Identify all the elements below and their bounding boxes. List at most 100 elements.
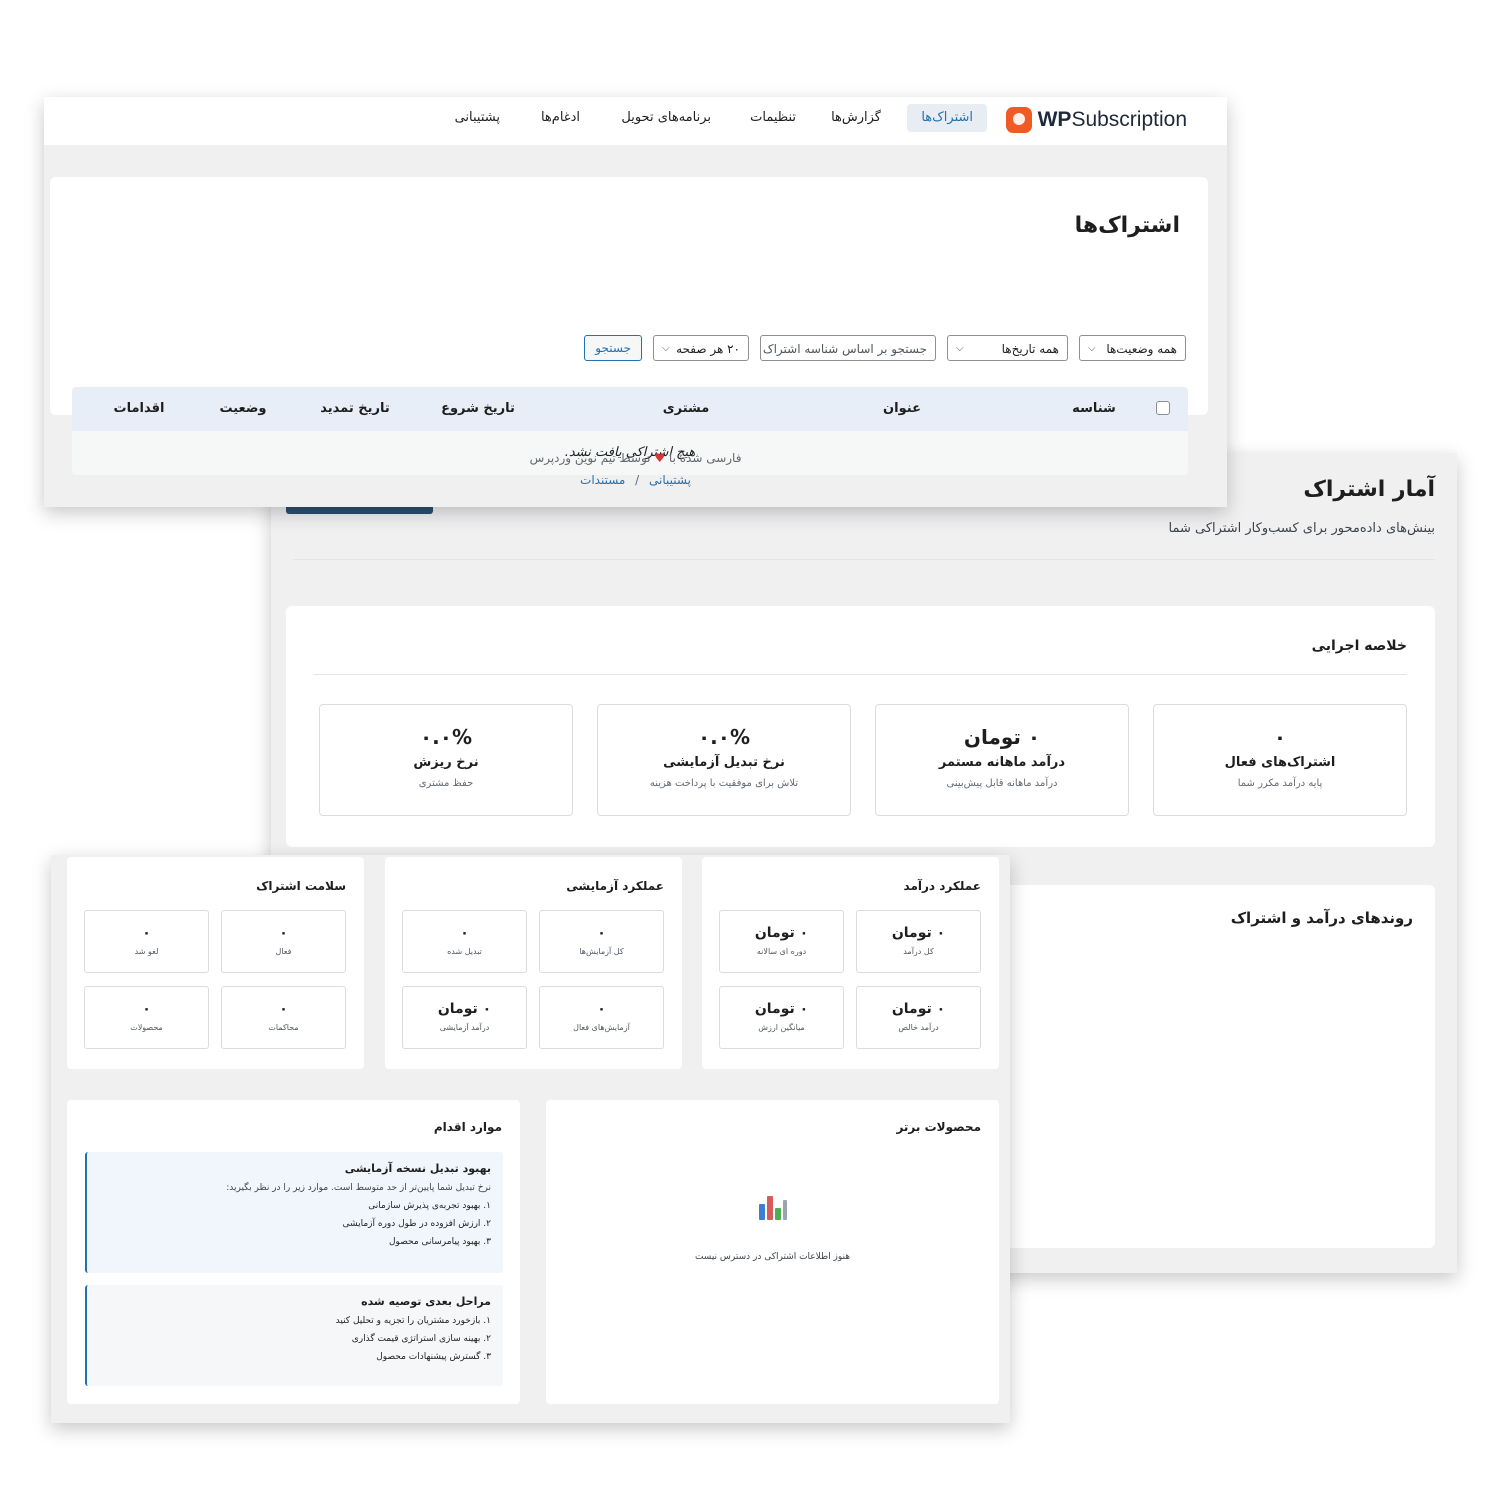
date-filter-select[interactable]: همه تاریخ‌ها ⌵: [947, 335, 1068, 361]
list-item: ۳. گسترش پیشنهادات محصول: [376, 1352, 491, 1362]
brand-wp: WP: [1037, 108, 1072, 131]
primary-button-fragment[interactable]: [286, 507, 433, 514]
metric-products: ۰ محصولات: [84, 986, 209, 1049]
nav-support[interactable]: پشتیبانی: [441, 104, 514, 132]
logo-icon: [1005, 107, 1032, 133]
status-filter-value: همه وضعیت‌ها: [1106, 342, 1177, 356]
docs-link[interactable]: مستندات: [580, 473, 625, 487]
nav-subscriptions[interactable]: اشتراک‌ها: [907, 104, 987, 132]
metric-converted: ۰ تبدیل شده: [402, 910, 527, 973]
bar-chart-icon: [758, 1190, 788, 1220]
nav-settings[interactable]: تنظیمات: [736, 104, 810, 132]
action-items-panel: موارد اقدام بهبود تبدیل نسخه آزمایشی نرخ…: [67, 1100, 520, 1404]
alert-trial-conversion: بهبود تبدیل نسخه آزمایشی نرخ تبدیل شما پ…: [85, 1152, 503, 1273]
kpi-churn: ۰.۰% نرخ ریزش حفظ مشتری: [319, 704, 573, 816]
subscriptions-window: WPSubscription اشتراک‌ها گزارش‌ها تنظیما…: [44, 97, 1227, 507]
metric-value: ۰: [460, 925, 469, 941]
revenue-performance-title: عملکرد درآمد: [903, 879, 981, 893]
divider: [314, 674, 1407, 675]
kpi-value: ۰.۰%: [697, 725, 751, 749]
kpi-active-subscriptions: ۰ اشتراک‌های فعال پایه درآمد مکرر شما: [1153, 704, 1407, 816]
kpi-label: درآمد ماهانه مستمر: [938, 755, 1066, 770]
subscription-health-panel: سلامت اشتراک ۰ فعال ۰ لغو شد ۰ محاکمات ۰…: [67, 857, 364, 1069]
heart-icon: ♥: [654, 451, 666, 465]
kpi-sub: پایه درآمد مکرر شما: [1237, 778, 1323, 789]
trends-title: روندهای درآمد و اشتراک: [1230, 909, 1413, 927]
metric-value: ۰: [279, 1001, 288, 1017]
status-filter-select[interactable]: همه وضعیت‌ها ⌵: [1079, 335, 1186, 361]
table-header: شناسه عنوان مشتری تاریخ شروع تاریخ تمدید…: [72, 387, 1188, 431]
metric-label: آزمایش‌های فعال: [573, 1023, 630, 1032]
top-nav: WPSubscription اشتراک‌ها گزارش‌ها تنظیما…: [44, 97, 1227, 145]
metric-cancelled: ۰ لغو شد: [84, 910, 209, 973]
kpi-trial-conversion: ۰.۰% نرخ تبدیل آزمایشی تلاش برای موفقیت …: [597, 704, 851, 816]
metric-value: ۰: [597, 1001, 606, 1017]
nav-integrations[interactable]: ادغام‌ها: [527, 104, 594, 132]
trial-performance-title: عملکرد آزمایشی: [566, 879, 664, 893]
per-page-select[interactable]: ۲۰ هر صفحه ⌵: [653, 335, 749, 361]
stats-title: آمار اشتراک: [1303, 477, 1435, 502]
action-items-title: موارد اقدام: [433, 1120, 502, 1134]
list-item: ۳. بهبود پیامرسانی محصول: [389, 1237, 491, 1247]
kpi-value: ۰.۰%: [419, 725, 473, 749]
chevron-down-icon: ⌵: [1088, 343, 1096, 354]
column-customer[interactable]: مشتری: [663, 387, 710, 431]
per-page-value: ۲۰ هر صفحه: [676, 342, 740, 356]
revenue-performance-panel: عملکرد درآمد ۰ تومان کل درآمد ۰ تومان دو…: [702, 857, 999, 1069]
kpi-sub: تلاش برای موفقیت با پرداخت هزینه: [649, 778, 799, 789]
search-button[interactable]: جستجو: [584, 335, 642, 361]
kpi-sub: درآمد ماهانه قابل پیش‌بینی: [946, 778, 1058, 789]
column-id[interactable]: شناسه: [1072, 387, 1116, 431]
alert-next-steps: مراحل بعدی توصیه شده ۱. بازخورد مشتریان …: [85, 1285, 503, 1386]
kpi-sub: حفظ مشتری: [418, 778, 474, 789]
no-data-message: هنوز اطلاعات اشتراکی در دسترس نیست: [694, 1252, 851, 1262]
column-renewal-date[interactable]: تاریخ تمدید: [320, 387, 390, 431]
date-filter-value: همه تاریخ‌ها: [1001, 342, 1059, 356]
metric-value: ۰ تومان: [891, 1001, 946, 1017]
column-actions: اقدامات: [113, 401, 165, 416]
metric-value: ۰: [142, 925, 151, 941]
page-title: اشتراک‌ها: [1074, 213, 1180, 238]
metric-label: درآمد خالص: [898, 1023, 939, 1032]
kpi-label: اشتراک‌های فعال: [1224, 755, 1336, 770]
select-all-checkbox[interactable]: [1156, 401, 1170, 415]
nav-reports[interactable]: گزارش‌ها: [817, 104, 895, 132]
footer-links: پشتیبانی / مستندات: [44, 473, 1227, 487]
footer-credit: فارسی شده با ♥ توسط تیم نوین وردپرس: [44, 451, 1227, 465]
list-item: ۱. بهبود تجربه‌ی پذیرش سازمانی: [368, 1201, 491, 1211]
metric-label: فعال: [275, 947, 292, 956]
kpi-mrr: ۰ تومان درآمد ماهانه مستمر درآمد ماهانه …: [875, 704, 1129, 816]
metric-label: محصولات: [130, 1023, 163, 1032]
chevron-down-icon: ⌵: [662, 343, 670, 354]
metric-value: ۰: [597, 925, 606, 941]
metric-value: ۰ تومان: [891, 925, 946, 941]
metric-net-revenue: ۰ تومان درآمد خالص: [856, 986, 981, 1049]
brand-logo[interactable]: WPSubscription: [1005, 105, 1187, 135]
metric-label: تبدیل شده: [447, 947, 482, 956]
support-link[interactable]: پشتیبانی: [649, 473, 691, 487]
metric-label: کل درآمد: [903, 947, 934, 956]
kpi-label: نرخ تبدیل آزمایشی: [663, 755, 785, 770]
metric-annual-recurring: ۰ تومان دوره ای سالانه: [719, 910, 844, 973]
metric-trial-revenue: ۰ تومان درآمد آزمایشی: [402, 986, 527, 1049]
metric-value: ۰ تومان: [754, 925, 809, 941]
alert-title: بهبود تبدیل نسخه آزمایشی: [344, 1162, 491, 1175]
credit-before: فارسی شده با: [668, 451, 742, 465]
brand-rest: Subscription: [1071, 108, 1187, 131]
top-products-title: محصولات برتر: [896, 1120, 981, 1134]
nav-delivery-schedules[interactable]: برنامه‌های تحویل: [607, 104, 725, 132]
top-products-panel: محصولات برتر هنوز اطلاعات اشتراکی در دست…: [546, 1100, 999, 1404]
column-start-date[interactable]: تاریخ شروع: [441, 387, 515, 431]
list-item: ۲. بهینه سازی استراتژی قیمت گذاری: [351, 1334, 491, 1344]
metric-trials: ۰ محاکمات: [221, 986, 346, 1049]
column-title[interactable]: عنوان: [883, 387, 921, 431]
subscription-health-title: سلامت اشتراک: [256, 879, 346, 893]
metric-total-revenue: ۰ تومان کل درآمد: [856, 910, 981, 973]
metric-label: کل آزمایش‌ها: [579, 947, 624, 956]
subscription-id-search-input[interactable]: جستجو بر اساس شناسه اشتراک: [760, 335, 936, 361]
subscriptions-card: اشتراک‌ها همه وضعیت‌ها ⌵ همه تاریخ‌ها ⌵ …: [50, 177, 1208, 475]
metric-active: ۰ فعال: [221, 910, 346, 973]
list-item: ۲. ارزش افزوده در طول دوره آزمایشی: [342, 1219, 491, 1229]
column-status[interactable]: وضعیت: [219, 387, 266, 431]
stats-subtitle: بینش‌های داده‌محور برای کسب‌وکار اشتراکی…: [1168, 521, 1435, 536]
